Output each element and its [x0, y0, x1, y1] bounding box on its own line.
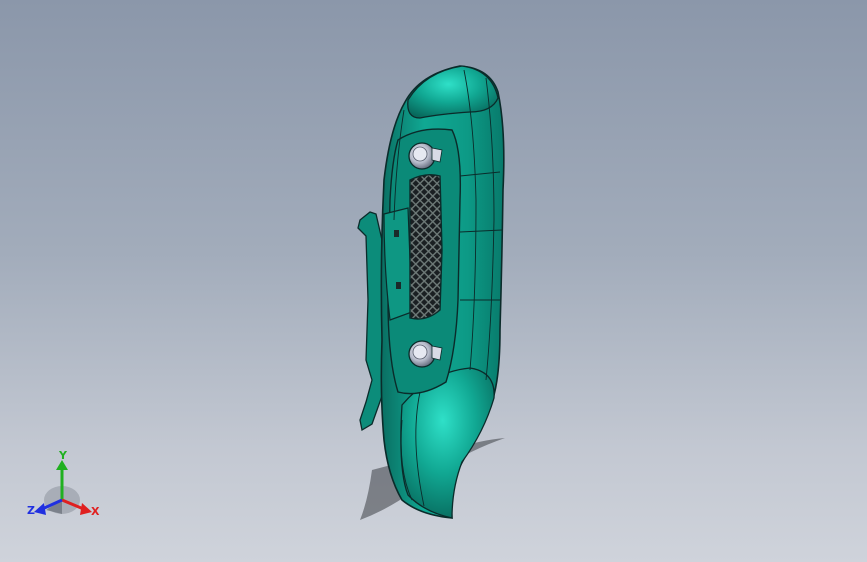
y-axis-label: Y	[59, 449, 67, 462]
lower-grille-mesh	[409, 173, 443, 320]
plate-slot-bottom	[396, 282, 401, 289]
lower-lamp-bracket	[431, 345, 443, 361]
license-plate-area	[383, 207, 413, 321]
coordinate-triad: Y X Z	[22, 448, 112, 528]
bumper-3d-model[interactable]	[0, 0, 867, 562]
z-axis-arrow-icon	[34, 503, 46, 515]
x-axis-label: X	[91, 505, 100, 518]
graphics-viewport[interactable]: Y X Z	[0, 0, 867, 562]
plate-slot-top	[394, 230, 399, 237]
upper-lamp-bracket	[431, 147, 443, 163]
z-axis-label: Z	[27, 504, 35, 517]
